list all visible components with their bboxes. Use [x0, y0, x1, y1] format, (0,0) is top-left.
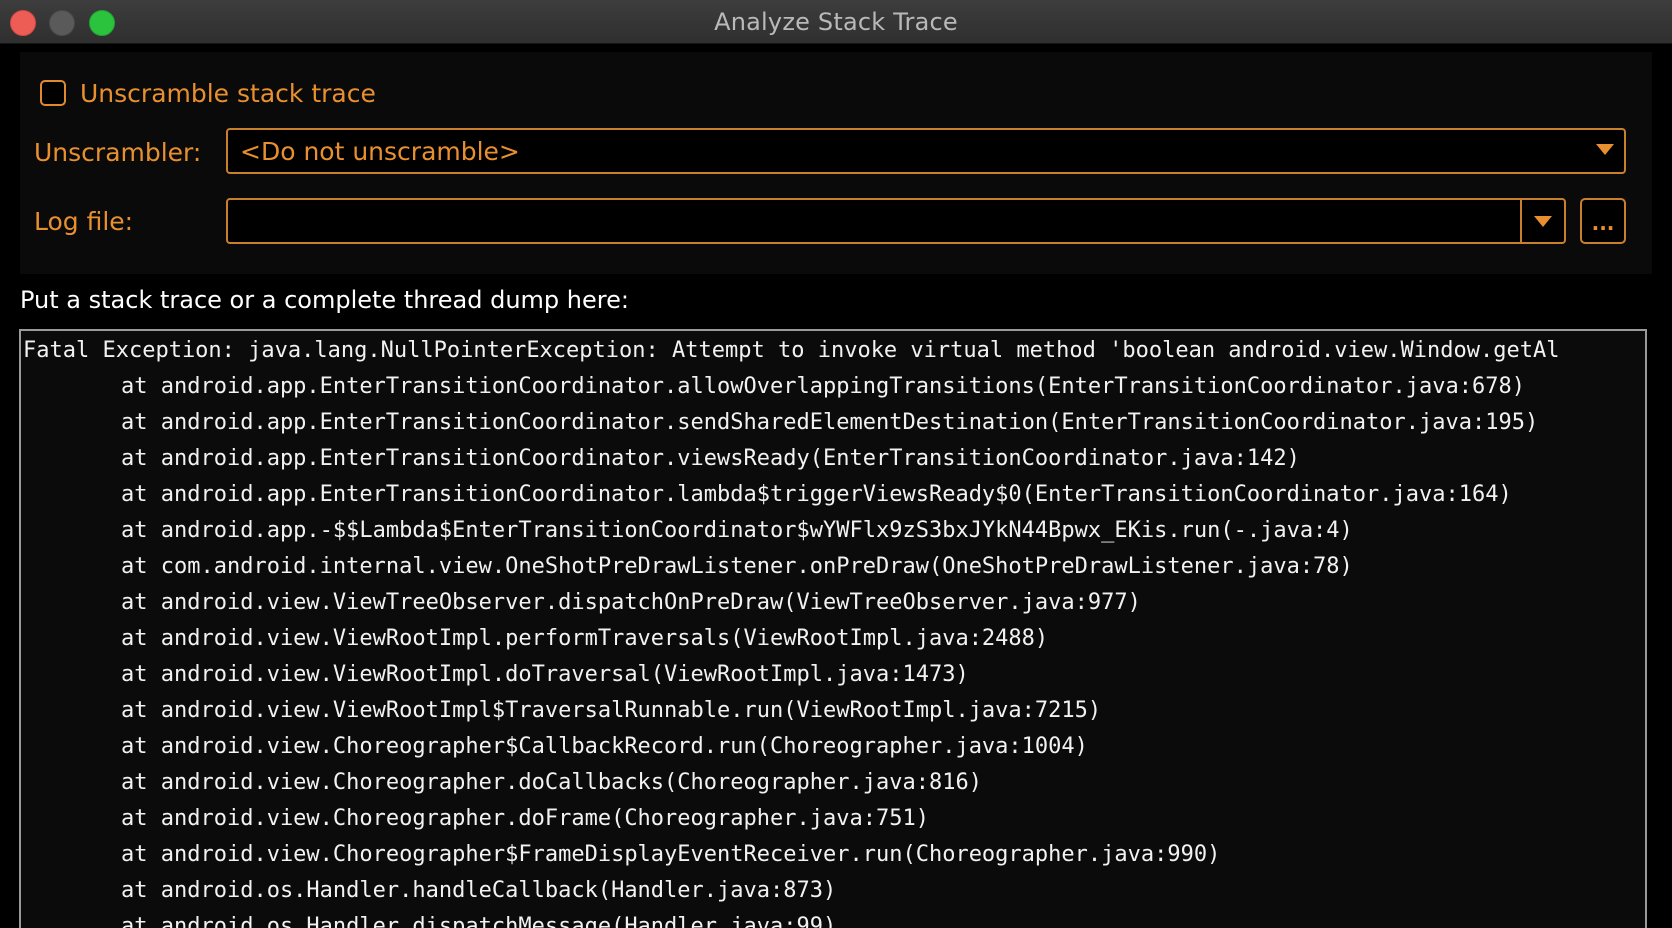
trace-line: at android.app.EnterTransitionCoordinato… [121, 446, 1300, 471]
analyze-stack-trace-dialog: Analyze Stack Trace Unscramble stack tra… [0, 0, 1672, 928]
trace-line: at android.os.Handler.dispatchMessage(Ha… [121, 914, 837, 928]
stack-trace-textarea[interactable]: Fatal Exception: java.lang.NullPointerEx… [19, 329, 1647, 928]
unscramble-checkbox-row[interactable]: Unscramble stack trace [40, 78, 376, 108]
trace-line: at android.app.-$$Lambda$EnterTransition… [121, 518, 1353, 543]
trace-line-exception: Fatal Exception: java.lang.NullPointerEx… [23, 338, 1560, 363]
trace-line: at android.app.EnterTransitionCoordinato… [121, 374, 1525, 399]
unscramble-checkbox-label[interactable]: Unscramble stack trace [80, 79, 376, 108]
log-file-label: Log file: [34, 207, 134, 236]
unscrambler-select[interactable]: <Do not unscramble> [226, 128, 1626, 174]
trace-line: at android.view.Choreographer$FrameDispl… [121, 842, 1221, 867]
log-file-combo[interactable] [226, 198, 1566, 244]
log-file-input[interactable] [228, 200, 1520, 242]
window-title: Analyze Stack Trace [714, 8, 958, 36]
trace-line: at android.view.ViewRootImpl.doTraversal… [121, 662, 969, 687]
trace-line: at android.view.ViewTreeObserver.dispatc… [121, 590, 1141, 615]
options-panel: Unscramble stack trace Unscrambler: <Do … [20, 52, 1652, 274]
title-bar[interactable]: Analyze Stack Trace [0, 0, 1672, 44]
trace-line: at android.view.ViewRootImpl.performTrav… [121, 626, 1049, 651]
trace-line: at android.view.Choreographer$CallbackRe… [121, 734, 1088, 759]
chevron-down-icon [1534, 216, 1552, 227]
trace-line: at android.view.Choreographer.doCallback… [121, 770, 982, 795]
log-file-dropdown-button[interactable] [1522, 200, 1564, 242]
trace-line: at android.app.EnterTransitionCoordinato… [121, 482, 1512, 507]
unscrambler-label: Unscrambler: [34, 138, 202, 167]
trace-line: at com.android.internal.view.OneShotPreD… [121, 554, 1353, 579]
stack-trace-lines: Fatal Exception: java.lang.NullPointerEx… [23, 333, 1559, 928]
unscrambler-selected-value: <Do not unscramble> [240, 137, 520, 166]
unscramble-checkbox[interactable] [40, 80, 66, 106]
trace-line: at android.os.Handler.handleCallback(Han… [121, 878, 837, 903]
browse-log-file-button[interactable]: ... [1580, 198, 1626, 244]
trace-line: at android.view.Choreographer.doFrame(Ch… [121, 806, 929, 831]
trace-line: at android.view.ViewRootImpl$TraversalRu… [121, 698, 1102, 723]
chevron-down-icon [1596, 144, 1614, 155]
trace-line: at android.app.EnterTransitionCoordinato… [121, 410, 1539, 435]
stack-trace-prompt: Put a stack trace or a complete thread d… [20, 286, 629, 314]
